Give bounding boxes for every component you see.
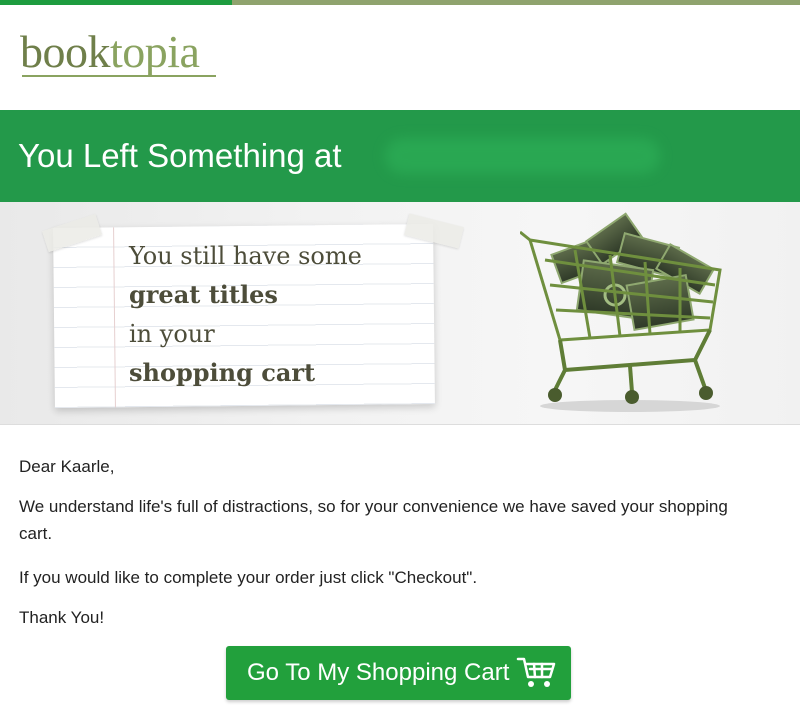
- hero-line-1: You still have some: [129, 242, 362, 270]
- cart-wheel: [699, 386, 713, 400]
- go-to-cart-button[interactable]: Go To My Shopping Cart: [226, 646, 571, 700]
- redacted-text-blur: [385, 138, 660, 174]
- cta-label: Go To My Shopping Cart: [247, 659, 510, 686]
- cart-wheel: [548, 388, 562, 402]
- note-margin-line: [113, 227, 116, 408]
- cart-wheel: [625, 390, 639, 404]
- greeting: Dear Kaarle,: [19, 457, 115, 476]
- body-paragraph-1: We understand life's full of distraction…: [19, 497, 728, 543]
- stripe-dark: [0, 0, 232, 5]
- shopping-cart-illustration: [520, 212, 722, 412]
- email-container: booktopia You Left Something at You stil…: [0, 0, 800, 726]
- banner-title: You Left Something at: [18, 137, 342, 174]
- body-paragraph-2: If you would like to complete your order…: [19, 568, 478, 587]
- top-accent-stripe: [0, 0, 800, 5]
- logo-book-text: book: [20, 26, 111, 77]
- cart-icon: [516, 657, 556, 687]
- closing: Thank You!: [19, 608, 105, 627]
- logo-underline: [22, 75, 216, 77]
- booktopia-logo[interactable]: booktopia: [20, 26, 200, 77]
- hero-message: You still have some great titles in your…: [129, 240, 362, 396]
- hero-line-2: great titles: [129, 280, 278, 309]
- hero-line-3: in your: [129, 320, 215, 348]
- logo-topia-text: topia: [110, 26, 200, 77]
- hero-line-4: shopping cart: [129, 358, 316, 387]
- stripe-light: [232, 0, 800, 5]
